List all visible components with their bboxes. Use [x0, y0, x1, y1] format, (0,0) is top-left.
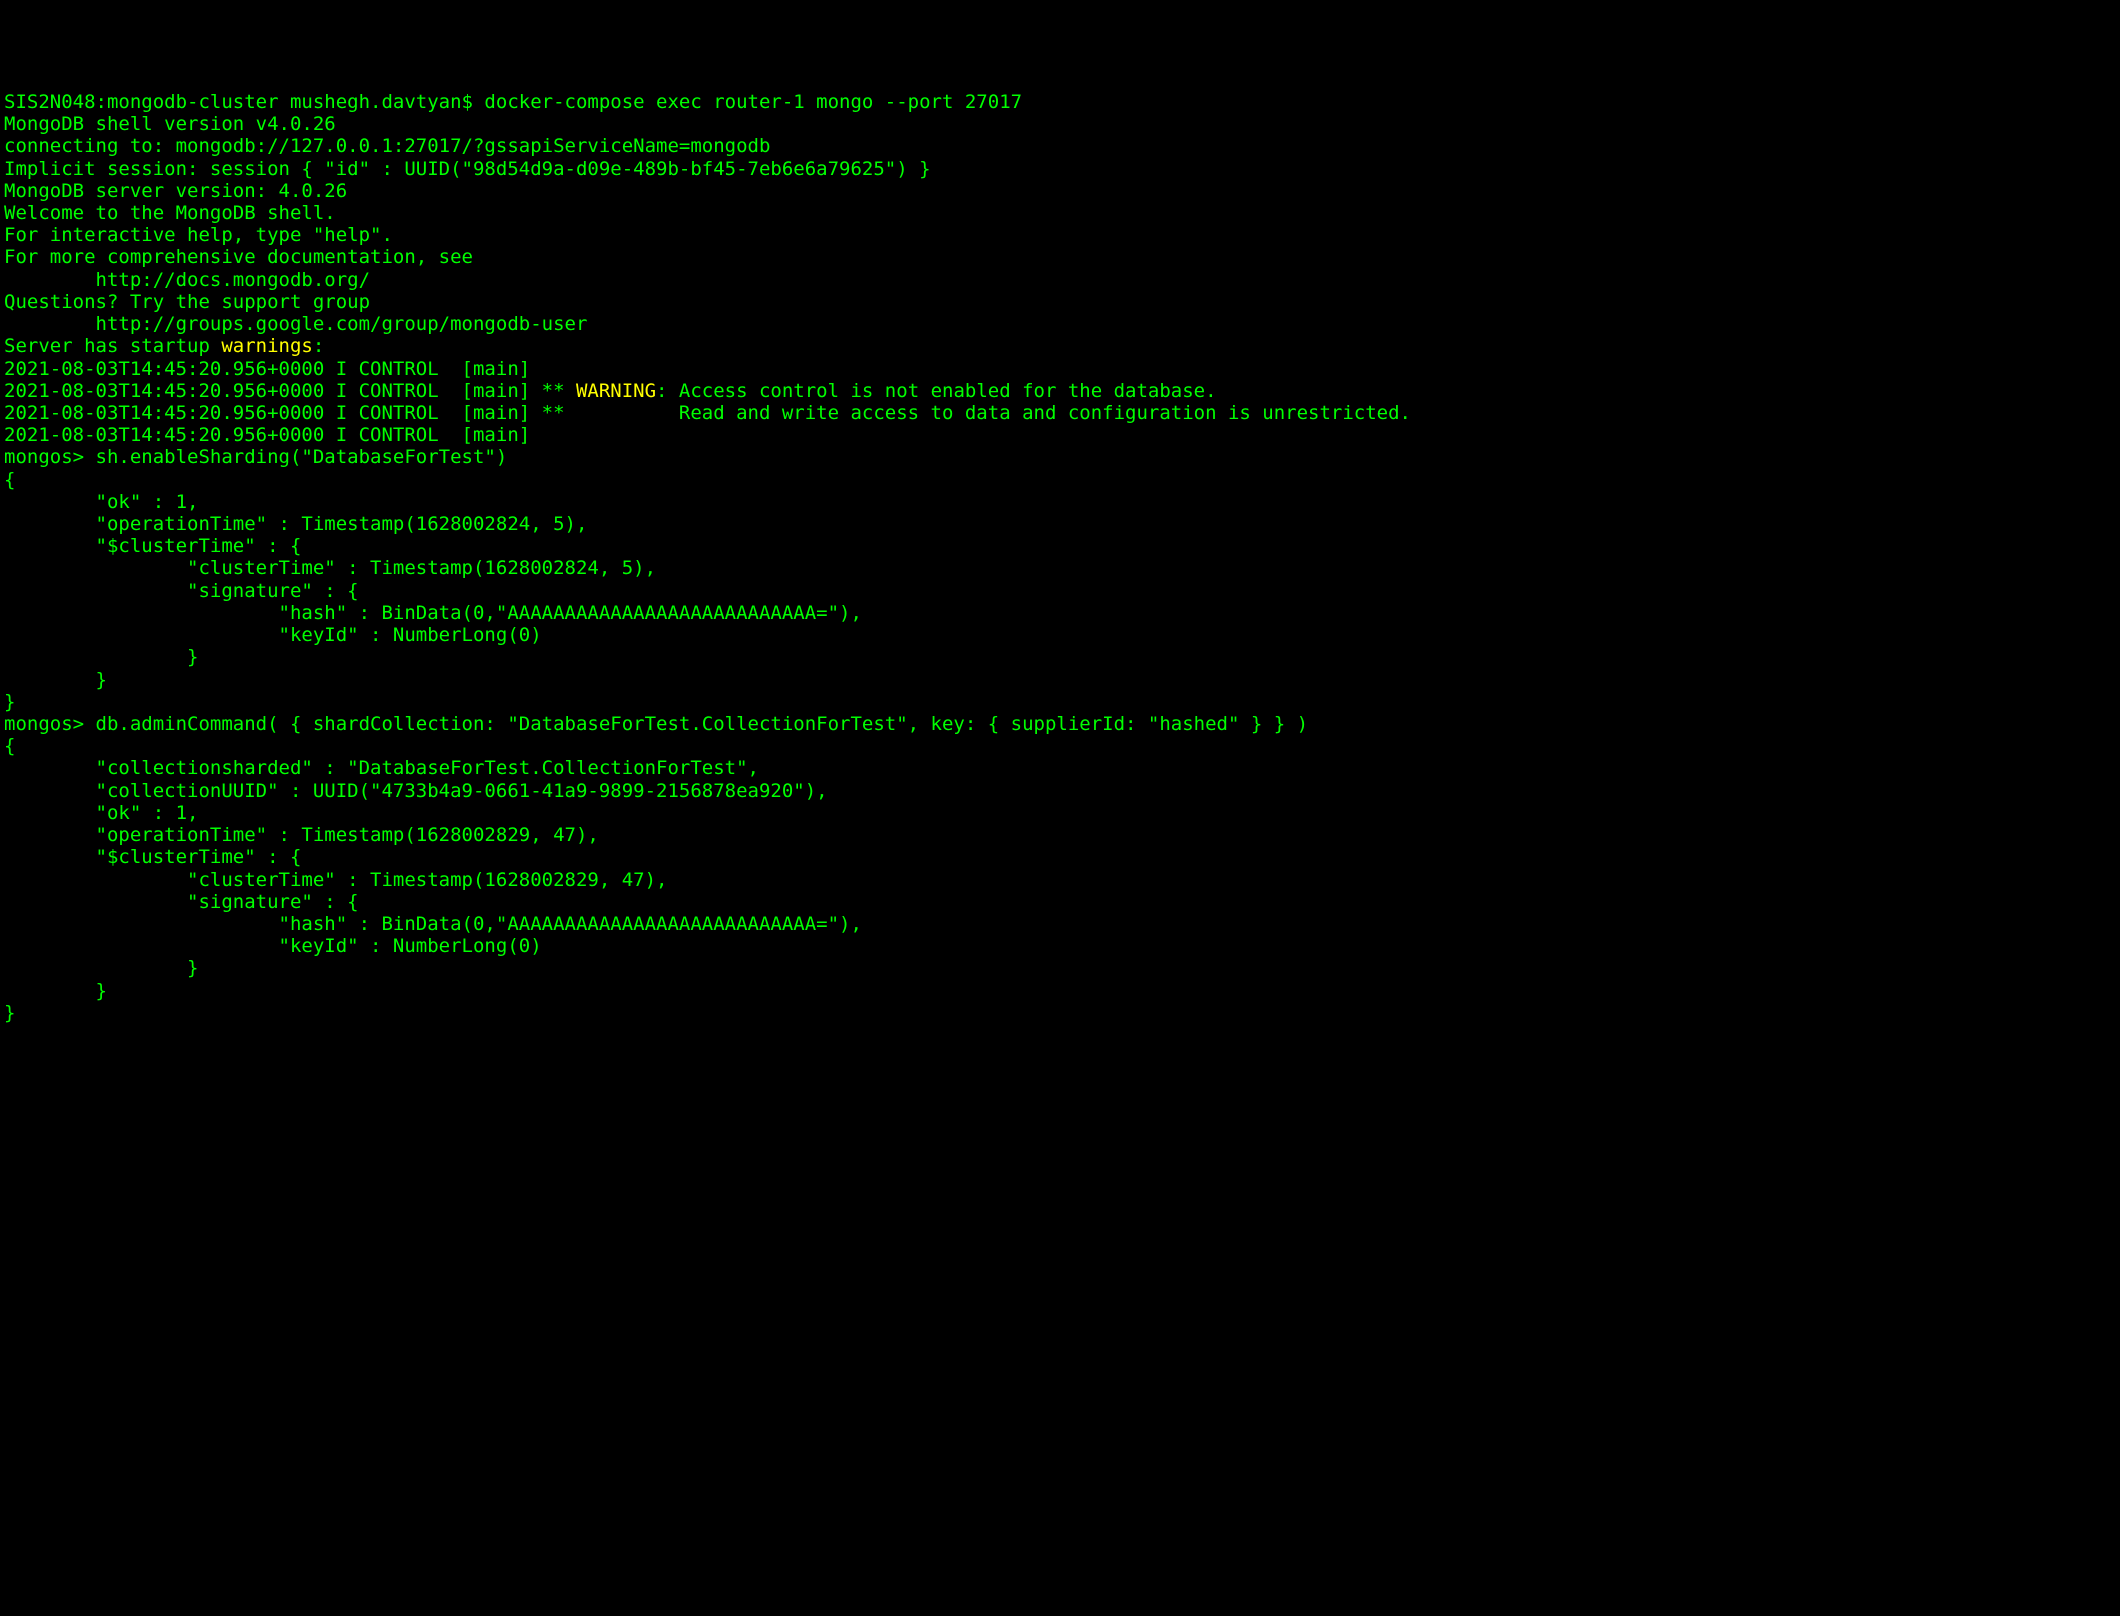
terminal-text: } [4, 980, 107, 1002]
terminal-line: } [4, 646, 2116, 668]
terminal-line: "clusterTime" : Timestamp(1628002824, 5)… [4, 557, 2116, 579]
terminal-line: http://groups.google.com/group/mongodb-u… [4, 313, 2116, 335]
terminal-text: Implicit session: session { "id" : UUID(… [4, 158, 931, 180]
terminal-text: warnings [221, 335, 313, 357]
terminal-text: } [4, 957, 198, 979]
terminal-text: MongoDB server version: 4.0.26 [4, 180, 347, 202]
terminal-text: "hash" : BinData(0,"AAAAAAAAAAAAAAAAAAAA… [4, 602, 862, 624]
terminal-line: } [4, 980, 2116, 1002]
terminal-text: For more comprehensive documentation, se… [4, 246, 473, 268]
terminal-text: mongos> db.adminCommand( { shardCollecti… [4, 713, 1308, 735]
terminal-line: "signature" : { [4, 580, 2116, 602]
terminal-line: Welcome to the MongoDB shell. [4, 202, 2116, 224]
terminal-line: "keyId" : NumberLong(0) [4, 624, 2116, 646]
terminal-text: mongos> sh.enableSharding("DatabaseForTe… [4, 446, 507, 468]
terminal-line: Questions? Try the support group [4, 291, 2116, 313]
terminal-text: } [4, 669, 107, 691]
terminal-line: "$clusterTime" : { [4, 846, 2116, 868]
terminal-line: SIS2N048:mongodb-cluster mushegh.davtyan… [4, 91, 2116, 113]
terminal-line: "operationTime" : Timestamp(1628002824, … [4, 513, 2116, 535]
terminal-line: "ok" : 1, [4, 802, 2116, 824]
terminal-line: "collectionsharded" : "DatabaseForTest.C… [4, 757, 2116, 779]
terminal-line: Implicit session: session { "id" : UUID(… [4, 158, 2116, 180]
terminal-text: : Access control is not enabled for the … [656, 380, 1217, 402]
terminal-text: "operationTime" : Timestamp(1628002824, … [4, 513, 587, 535]
terminal-text: "keyId" : NumberLong(0) [4, 935, 542, 957]
terminal-text: "collectionUUID" : UUID("4733b4a9-0661-4… [4, 780, 828, 802]
terminal-line: "signature" : { [4, 891, 2116, 913]
terminal-text: http://docs.mongodb.org/ [4, 269, 370, 291]
terminal-line: connecting to: mongodb://127.0.0.1:27017… [4, 135, 2116, 157]
terminal-text: http://groups.google.com/group/mongodb-u… [4, 313, 587, 335]
terminal-text: "$clusterTime" : { [4, 846, 301, 868]
terminal-line: For more comprehensive documentation, se… [4, 246, 2116, 268]
terminal-line: "hash" : BinData(0,"AAAAAAAAAAAAAAAAAAAA… [4, 913, 2116, 935]
terminal-text: connecting to: mongodb://127.0.0.1:27017… [4, 135, 770, 157]
terminal-text: 2021-08-03T14:45:20.956+0000 I CONTROL [… [4, 380, 576, 402]
terminal-line: } [4, 957, 2116, 979]
terminal-line: "keyId" : NumberLong(0) [4, 935, 2116, 957]
terminal-line: "hash" : BinData(0,"AAAAAAAAAAAAAAAAAAAA… [4, 602, 2116, 624]
terminal-line: "operationTime" : Timestamp(1628002829, … [4, 824, 2116, 846]
terminal-line: "collectionUUID" : UUID("4733b4a9-0661-4… [4, 780, 2116, 802]
terminal-text: WARNING [576, 380, 656, 402]
terminal-text: "collectionsharded" : "DatabaseForTest.C… [4, 757, 759, 779]
terminal-line: } [4, 1002, 2116, 1024]
terminal-text: "keyId" : NumberLong(0) [4, 624, 542, 646]
terminal-line: http://docs.mongodb.org/ [4, 269, 2116, 291]
terminal-line: MongoDB server version: 4.0.26 [4, 180, 2116, 202]
terminal-text: 2021-08-03T14:45:20.956+0000 I CONTROL [… [4, 402, 1411, 424]
terminal-line: 2021-08-03T14:45:20.956+0000 I CONTROL [… [4, 424, 2116, 446]
terminal-line: 2021-08-03T14:45:20.956+0000 I CONTROL [… [4, 402, 2116, 424]
terminal-text: "clusterTime" : Timestamp(1628002824, 5)… [4, 557, 656, 579]
terminal-text: 2021-08-03T14:45:20.956+0000 I CONTROL [… [4, 358, 530, 380]
terminal-text: "$clusterTime" : { [4, 535, 301, 557]
terminal-text: "clusterTime" : Timestamp(1628002829, 47… [4, 869, 667, 891]
terminal-line: } [4, 691, 2116, 713]
terminal-line: MongoDB shell version v4.0.26 [4, 113, 2116, 135]
terminal-text: : [313, 335, 324, 357]
terminal-line: "ok" : 1, [4, 491, 2116, 513]
terminal-text: { [4, 735, 15, 757]
terminal-line: "clusterTime" : Timestamp(1628002829, 47… [4, 869, 2116, 891]
terminal-text: Welcome to the MongoDB shell. [4, 202, 336, 224]
terminal-text: "signature" : { [4, 891, 359, 913]
terminal-text: Questions? Try the support group [4, 291, 370, 313]
terminal-text: For interactive help, type "help". [4, 224, 393, 246]
terminal-line: mongos> sh.enableSharding("DatabaseForTe… [4, 446, 2116, 468]
terminal-window[interactable]: SIS2N048:mongodb-cluster mushegh.davtyan… [4, 91, 2116, 1024]
terminal-line: { [4, 735, 2116, 757]
terminal-text: 2021-08-03T14:45:20.956+0000 I CONTROL [… [4, 424, 530, 446]
terminal-text: "ok" : 1, [4, 491, 198, 513]
terminal-line: mongos> db.adminCommand( { shardCollecti… [4, 713, 2116, 735]
terminal-text: MongoDB shell version v4.0.26 [4, 113, 336, 135]
terminal-text: "ok" : 1, [4, 802, 198, 824]
terminal-line: { [4, 469, 2116, 491]
terminal-text: SIS2N048:mongodb-cluster mushegh.davtyan… [4, 91, 1022, 113]
terminal-text: "hash" : BinData(0,"AAAAAAAAAAAAAAAAAAAA… [4, 913, 862, 935]
terminal-line: 2021-08-03T14:45:20.956+0000 I CONTROL [… [4, 358, 2116, 380]
terminal-text: "operationTime" : Timestamp(1628002829, … [4, 824, 599, 846]
terminal-text: { [4, 469, 15, 491]
terminal-text: } [4, 1002, 15, 1024]
terminal-text: "signature" : { [4, 580, 359, 602]
terminal-text: } [4, 646, 198, 668]
terminal-text: Server has startup [4, 335, 221, 357]
terminal-line: 2021-08-03T14:45:20.956+0000 I CONTROL [… [4, 380, 2116, 402]
terminal-line: For interactive help, type "help". [4, 224, 2116, 246]
terminal-line: Server has startup warnings: [4, 335, 2116, 357]
terminal-line: "$clusterTime" : { [4, 535, 2116, 557]
terminal-line: } [4, 669, 2116, 691]
terminal-text: } [4, 691, 15, 713]
